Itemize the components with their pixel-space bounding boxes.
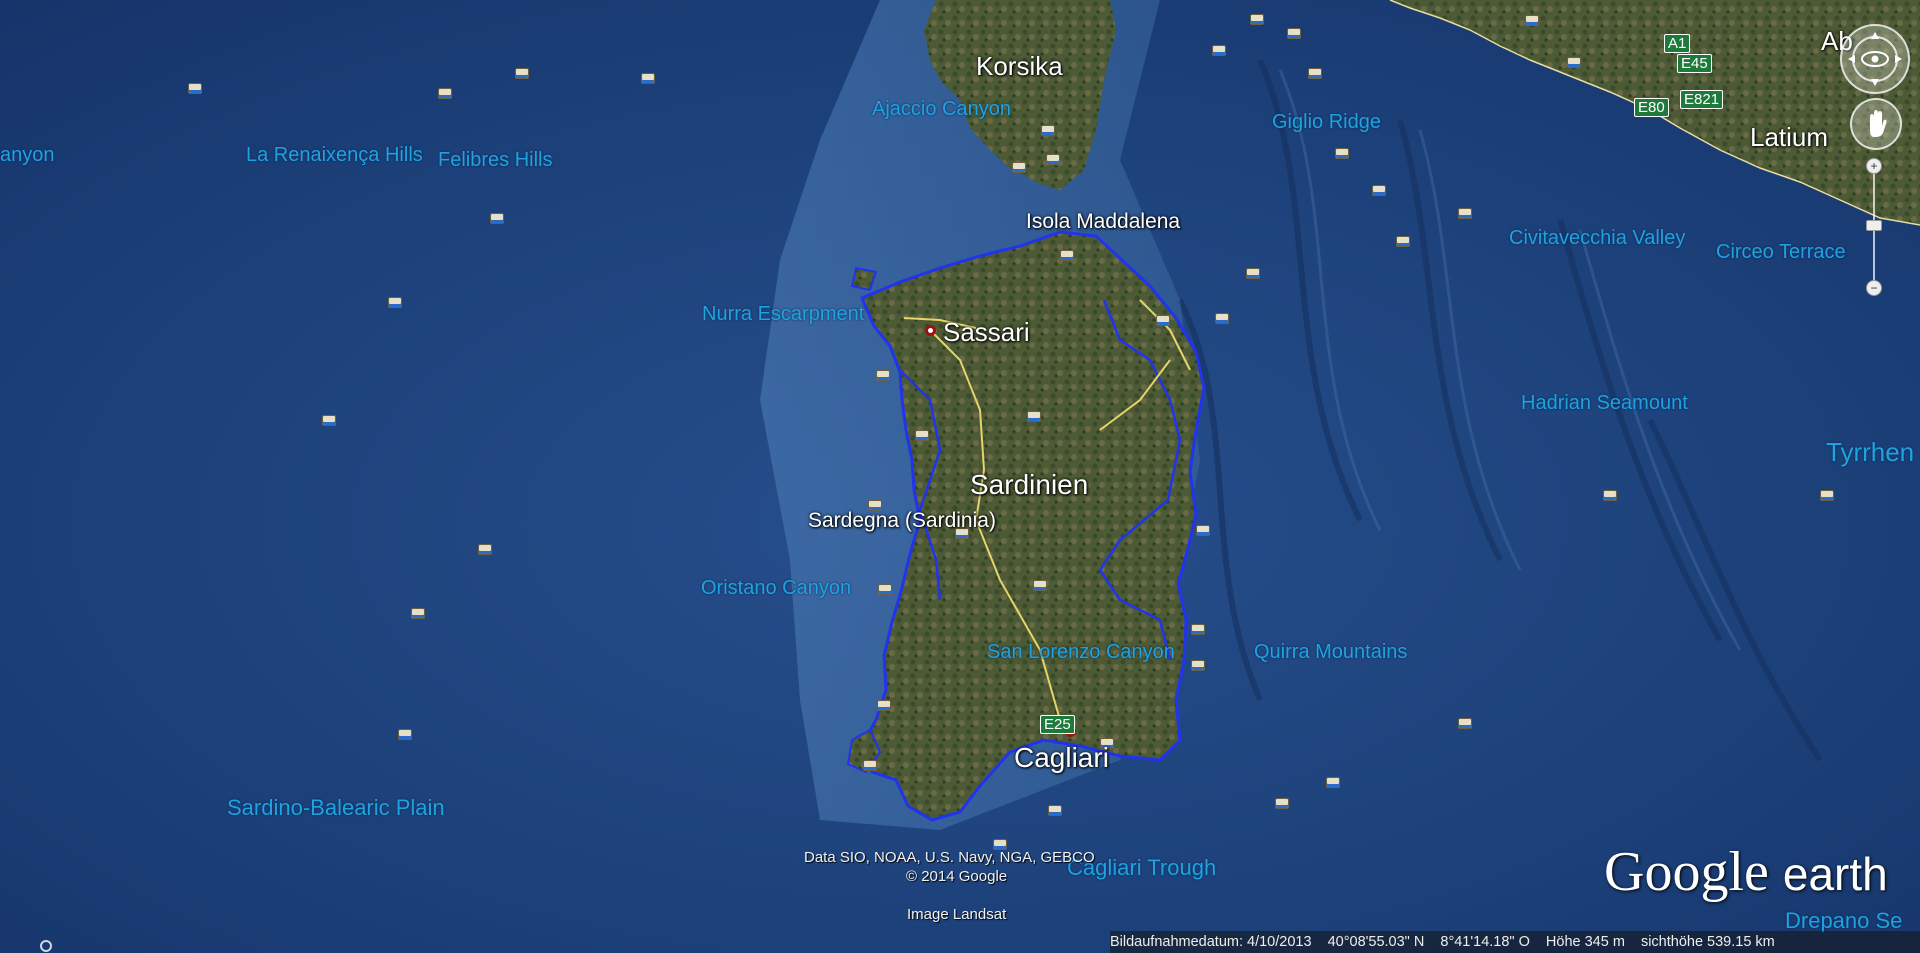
placemark-icon[interactable] — [1041, 125, 1055, 136]
label-felibres-hills[interactable]: Felibres Hills — [438, 149, 552, 172]
label-latium[interactable]: Latium — [1750, 122, 1828, 153]
label-sardegna[interactable]: Sardegna (Sardinia) — [808, 509, 996, 533]
placemark-icon[interactable] — [1215, 313, 1229, 324]
placemark-icon[interactable] — [863, 760, 877, 771]
placemark-icon[interactable] — [1250, 14, 1264, 25]
placemark-icon[interactable] — [1033, 580, 1047, 591]
placemark-icon[interactable] — [1396, 236, 1410, 247]
logo-brand: Google — [1604, 841, 1769, 903]
placemark-icon[interactable] — [322, 415, 336, 426]
label-korsika[interactable]: Korsika — [976, 51, 1063, 82]
label-canyon-left[interactable]: anyon — [0, 144, 55, 167]
zoom-slider[interactable]: + − — [1866, 158, 1882, 298]
placemark-icon[interactable] — [915, 430, 929, 441]
placemark-icon[interactable] — [1012, 162, 1026, 173]
placemark-icon[interactable] — [398, 729, 412, 740]
label-ajaccio-canyon[interactable]: Ajaccio Canyon — [872, 98, 1011, 121]
road-shield[interactable]: E45 — [1677, 54, 1712, 73]
placemark-icon[interactable] — [438, 88, 452, 99]
attribution-copyright: © 2014 Google — [906, 868, 1008, 885]
label-renaixenca-hills[interactable]: La Renaixença Hills — [246, 144, 423, 167]
placemark-icon[interactable] — [1048, 805, 1062, 816]
label-hadrian-seamount[interactable]: Hadrian Seamount — [1521, 392, 1688, 415]
placemark-icon[interactable] — [515, 68, 529, 79]
eye-altitude-readout: sichthöhe 539.15 km — [1640, 934, 1775, 950]
label-sardinien[interactable]: Sardinien — [970, 469, 1088, 501]
city-marker-sassari[interactable] — [925, 325, 936, 336]
placemark-icon[interactable] — [188, 83, 202, 94]
placemark-icon[interactable] — [878, 584, 892, 595]
placemark-icon[interactable] — [1191, 624, 1205, 635]
label-cagliari[interactable]: Cagliari — [1014, 742, 1109, 774]
label-nurra-escarpment[interactable]: Nurra Escarpment — [702, 303, 864, 326]
placemark-icon[interactable] — [1046, 154, 1060, 165]
placemark-icon[interactable] — [1212, 45, 1226, 56]
placemark-icon[interactable] — [1603, 490, 1617, 501]
longitude-readout: 8°41'14.18" O — [1440, 934, 1530, 950]
placemark-icon[interactable] — [1275, 798, 1289, 809]
placemark-icon[interactable] — [1196, 525, 1210, 536]
placemark-icon[interactable] — [411, 608, 425, 619]
placemark-icon[interactable] — [1060, 250, 1074, 261]
label-circeo-terrace[interactable]: Circeo Terrace — [1716, 241, 1846, 264]
attribution-data: Data SIO, NOAA, U.S. Navy, NGA, GEBCO — [804, 849, 1095, 866]
label-quirra-mountains[interactable]: Quirra Mountains — [1254, 641, 1407, 664]
placemark-icon[interactable] — [388, 297, 402, 308]
road-shield[interactable]: E25 — [1040, 715, 1075, 734]
placemark-icon[interactable] — [1525, 15, 1539, 26]
look-control[interactable] — [1840, 24, 1910, 94]
placemark-icon[interactable] — [1567, 57, 1581, 68]
logo-product: earth — [1782, 848, 1888, 900]
placemark-icon[interactable] — [478, 544, 492, 555]
placemark-icon[interactable] — [1458, 208, 1472, 219]
elevation-readout: Höhe 345 m — [1545, 934, 1625, 950]
zoom-out-button[interactable]: − — [1866, 280, 1882, 296]
move-control[interactable] — [1850, 98, 1902, 150]
placemark-icon[interactable] — [1246, 268, 1260, 279]
label-tyrrhen[interactable]: Tyrrhen — [1826, 437, 1914, 468]
label-isola-maddalena[interactable]: Isola Maddalena — [1026, 210, 1180, 234]
status-bar: Bildaufnahmedatum: 4/10/2013 40°08'55.03… — [1110, 931, 1920, 953]
placemark-icon[interactable] — [876, 370, 890, 381]
google-earth-logo: Google earth — [1604, 840, 1888, 904]
zoom-thumb[interactable] — [1866, 220, 1882, 231]
label-san-lorenzo-canyon[interactable]: San Lorenzo Canyon — [987, 641, 1175, 664]
label-giglio-ridge[interactable]: Giglio Ridge — [1272, 111, 1381, 134]
placemark-icon[interactable] — [1308, 68, 1322, 79]
road-shield[interactable]: E80 — [1634, 98, 1669, 117]
placemark-icon[interactable] — [1156, 315, 1170, 326]
hand-icon — [1870, 110, 1887, 137]
placemark-icon[interactable] — [1326, 777, 1340, 788]
label-oristano-canyon[interactable]: Oristano Canyon — [701, 577, 851, 600]
label-sardino-balearic-plain[interactable]: Sardino-Balearic Plain — [227, 795, 445, 821]
placemark-icon[interactable] — [490, 213, 504, 224]
loading-indicator-icon — [40, 940, 52, 952]
latitude-readout: 40°08'55.03" N — [1327, 934, 1425, 950]
placemark-icon[interactable] — [1820, 490, 1834, 501]
placemark-icon[interactable] — [1335, 148, 1349, 159]
capture-date: Bildaufnahmedatum: 4/10/2013 — [1110, 934, 1312, 950]
placemark-icon[interactable] — [1287, 28, 1301, 39]
zoom-in-button[interactable]: + — [1866, 158, 1882, 174]
placemark-icon[interactable] — [641, 73, 655, 84]
placemark-icon[interactable] — [877, 700, 891, 711]
placemark-icon[interactable] — [1372, 185, 1386, 196]
attribution-imagery: Image Landsat — [907, 906, 1007, 923]
road-shield[interactable]: A1 — [1664, 34, 1691, 53]
eye-icon — [1848, 32, 1902, 86]
placemark-icon[interactable] — [1027, 411, 1041, 422]
placemark-icon[interactable] — [1458, 718, 1472, 729]
map-view[interactable]: Sardinien Korsika Latium Ab Sassari Cagl… — [0, 0, 1920, 953]
road-shield[interactable]: E821 — [1680, 90, 1724, 109]
label-sassari[interactable]: Sassari — [943, 317, 1030, 348]
label-civitavecchia-valley[interactable]: Civitavecchia Valley — [1509, 227, 1685, 250]
placemark-icon[interactable] — [1191, 660, 1205, 671]
